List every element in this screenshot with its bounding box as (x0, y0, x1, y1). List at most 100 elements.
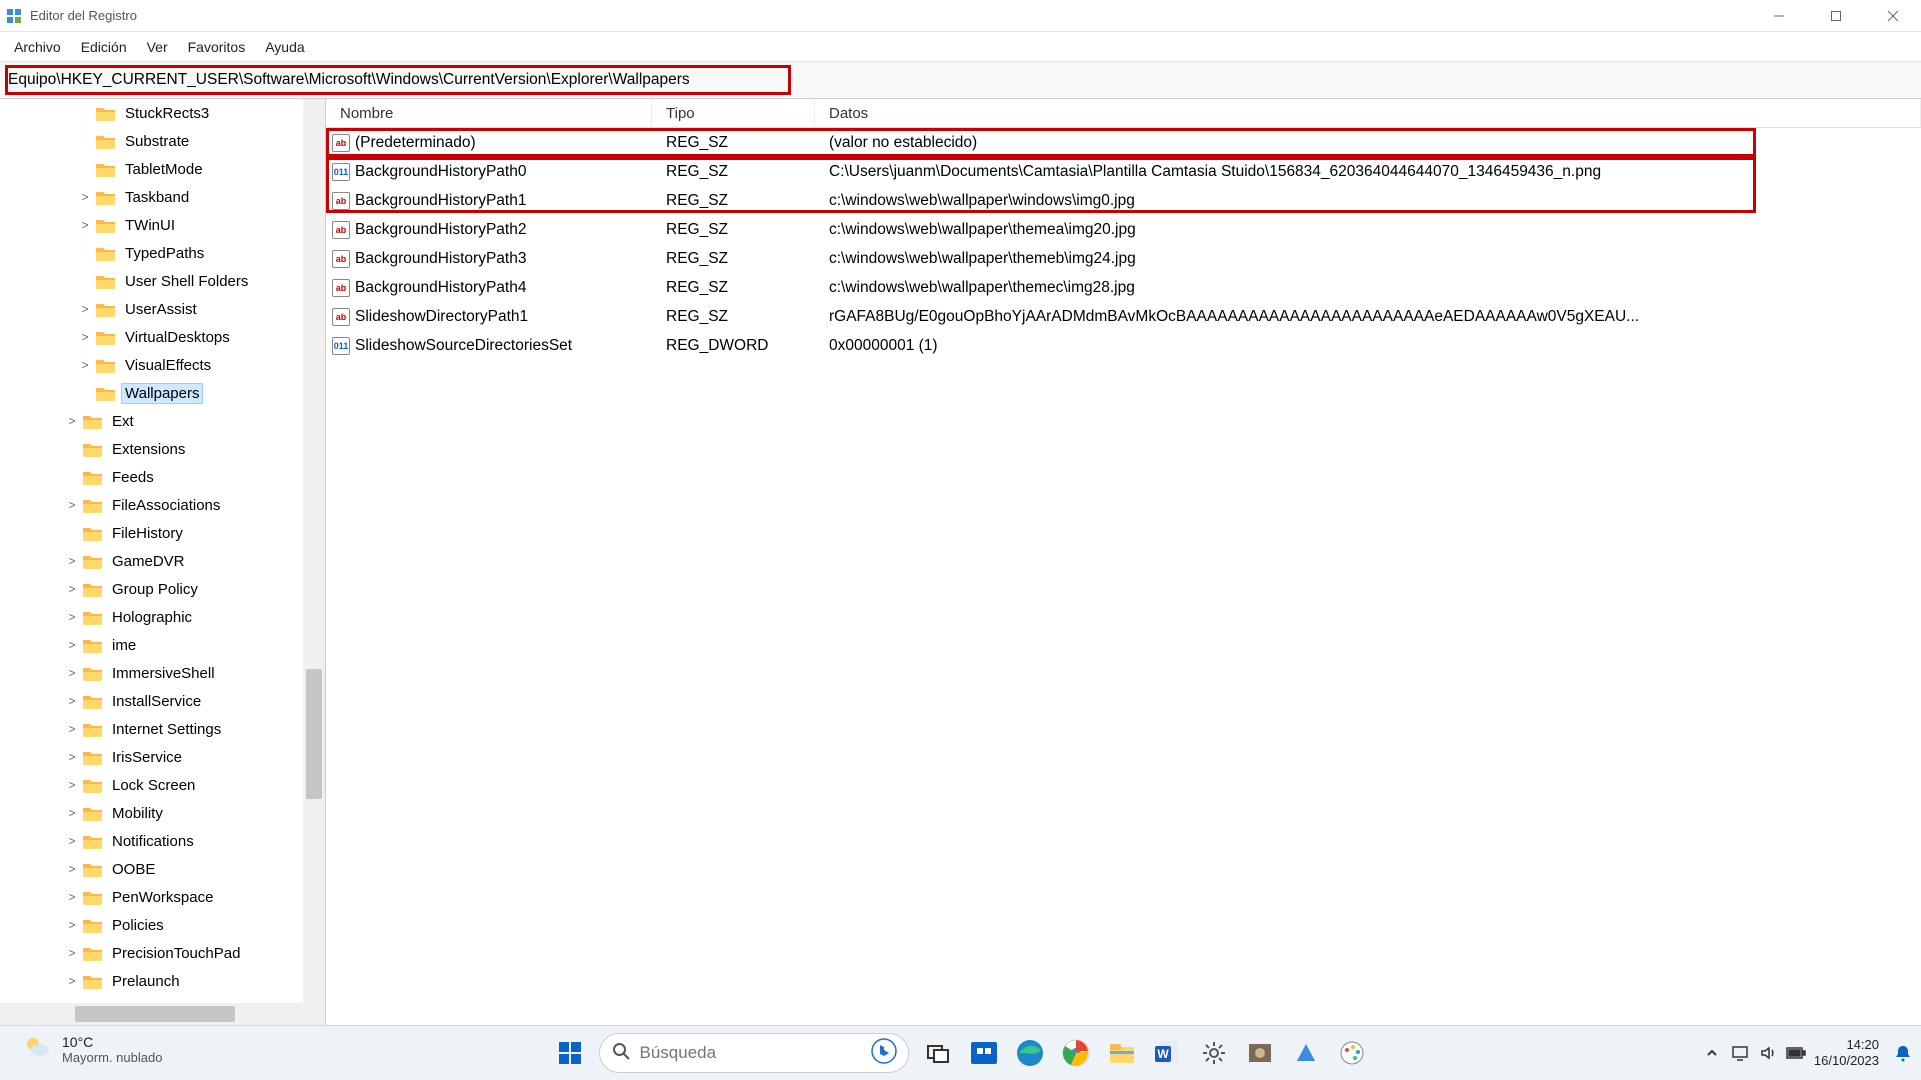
scroll-thumb[interactable] (306, 669, 322, 799)
tree-expander[interactable]: > (62, 582, 82, 596)
value-row[interactable]: abBackgroundHistoryPath3REG_SZc:\windows… (326, 244, 1921, 273)
task-view-icon[interactable] (921, 1036, 955, 1070)
col-header-data[interactable]: Datos (815, 99, 1921, 127)
tree-expander[interactable]: > (75, 330, 95, 344)
menu-archivo[interactable]: Archivo (4, 35, 71, 59)
taskbar-app-explorer[interactable] (1105, 1036, 1139, 1070)
taskbar-app-word[interactable]: W (1151, 1036, 1185, 1070)
tree-node-filehistory[interactable]: FileHistory (0, 519, 325, 547)
minimize-button[interactable] (1750, 0, 1807, 31)
tree-expander[interactable]: > (62, 974, 82, 988)
tree-expander[interactable]: > (75, 218, 95, 232)
tree-node-wallpapers[interactable]: Wallpapers (0, 379, 325, 407)
tray-volume-icon[interactable] (1758, 1043, 1778, 1063)
tree-node-userassist[interactable]: >UserAssist (0, 295, 325, 323)
tree-node-installservice[interactable]: >InstallService (0, 687, 325, 715)
tree-expander[interactable]: > (75, 358, 95, 372)
tree-expander[interactable]: > (62, 722, 82, 736)
tree-expander[interactable]: > (62, 666, 82, 680)
value-row[interactable]: abBackgroundHistoryPath1REG_SZc:\windows… (326, 186, 1921, 215)
tree-expander[interactable]: > (62, 834, 82, 848)
tree-node-policies[interactable]: >Policies (0, 911, 325, 939)
tree-node-substrate[interactable]: Substrate (0, 127, 325, 155)
taskbar-app-paint[interactable] (1335, 1036, 1369, 1070)
tree-node-internet-settings[interactable]: >Internet Settings (0, 715, 325, 743)
tree-node-lock-screen[interactable]: >Lock Screen (0, 771, 325, 799)
close-button[interactable] (1864, 0, 1921, 31)
tray-notifications-icon[interactable] (1893, 1043, 1913, 1063)
tree-scrollbar-horizontal[interactable] (0, 1003, 303, 1025)
taskbar-search-input[interactable] (640, 1043, 861, 1063)
col-header-type[interactable]: Tipo (652, 99, 815, 127)
tree-expander[interactable]: > (62, 946, 82, 960)
tree-expander[interactable]: > (62, 778, 82, 792)
scroll-thumb-h[interactable] (75, 1006, 235, 1022)
tree-expander[interactable]: > (62, 498, 82, 512)
tree-node-penworkspace[interactable]: >PenWorkspace (0, 883, 325, 911)
tree-node-group-policy[interactable]: >Group Policy (0, 575, 325, 603)
tree-node-ime[interactable]: >ime (0, 631, 325, 659)
tree-node-holographic[interactable]: >Holographic (0, 603, 325, 631)
tree-node-fileassociations[interactable]: >FileAssociations (0, 491, 325, 519)
tree-node-irisservice[interactable]: >IrisService (0, 743, 325, 771)
tree-node-feeds[interactable]: Feeds (0, 463, 325, 491)
tree-expander[interactable]: > (62, 862, 82, 876)
maximize-button[interactable] (1807, 0, 1864, 31)
tree-expander[interactable]: > (62, 610, 82, 624)
taskbar-app-settings[interactable] (1197, 1036, 1231, 1070)
menu-ver[interactable]: Ver (137, 35, 178, 59)
tree-node-user-shell-folders[interactable]: User Shell Folders (0, 267, 325, 295)
tree-node-visualeffects[interactable]: >VisualEffects (0, 351, 325, 379)
tree-expander[interactable]: > (62, 806, 82, 820)
tree-expander[interactable]: > (62, 694, 82, 708)
value-row[interactable]: 011BackgroundHistoryPath0REG_SZC:\Users\… (326, 157, 1921, 186)
tree-expander[interactable]: > (75, 302, 95, 316)
taskbar-app-generic1[interactable] (1243, 1036, 1277, 1070)
tree-expander[interactable]: > (62, 890, 82, 904)
menu-edicion[interactable]: Edición (71, 35, 137, 59)
value-row[interactable]: ab(Predeterminado)REG_SZ(valor no establ… (326, 128, 1921, 157)
tree-expander[interactable]: > (62, 554, 82, 568)
menu-favoritos[interactable]: Favoritos (178, 35, 256, 59)
tray-battery-icon[interactable] (1786, 1043, 1806, 1063)
tree-node-twinui[interactable]: >TWinUI (0, 211, 325, 239)
tree-node-oobe[interactable]: >OOBE (0, 855, 325, 883)
tree-node-typedpaths[interactable]: TypedPaths (0, 239, 325, 267)
value-row[interactable]: abSlideshowDirectoryPath1REG_SZrGAFA8BUg… (326, 302, 1921, 331)
tree-expander[interactable]: > (62, 918, 82, 932)
value-row[interactable]: abBackgroundHistoryPath2REG_SZc:\windows… (326, 215, 1921, 244)
tree-scrollbar-vertical[interactable] (303, 99, 325, 1025)
tree-node-extensions[interactable]: Extensions (0, 435, 325, 463)
tray-chevron-icon[interactable] (1702, 1043, 1722, 1063)
taskbar-app-edge[interactable] (1013, 1036, 1047, 1070)
start-button[interactable] (553, 1036, 587, 1070)
tree-node-precisiontouchpad[interactable]: >PrecisionTouchPad (0, 939, 325, 967)
tree-expander[interactable]: > (75, 190, 95, 204)
tree-node-tabletmode[interactable]: TabletMode (0, 155, 325, 183)
tree-node-notifications[interactable]: >Notifications (0, 827, 325, 855)
taskbar-weather[interactable]: 10°C Mayorm. nublado (22, 1032, 162, 1067)
tree-node-mobility[interactable]: >Mobility (0, 799, 325, 827)
tree-node-immersiveshell[interactable]: >ImmersiveShell (0, 659, 325, 687)
tree-expander[interactable]: > (62, 638, 82, 652)
tree-node-stuckrects3[interactable]: StuckRects3 (0, 99, 325, 127)
tree-node-prelaunch[interactable]: >Prelaunch (0, 967, 325, 995)
tree-expander[interactable]: > (62, 414, 82, 428)
col-header-name[interactable]: Nombre (326, 99, 652, 127)
taskbar-app-generic2[interactable] (1289, 1036, 1323, 1070)
taskbar-search[interactable] (599, 1033, 909, 1073)
tree-node-gamedvr[interactable]: >GameDVR (0, 547, 325, 575)
tree-node-taskband[interactable]: >Taskband (0, 183, 325, 211)
value-row[interactable]: abBackgroundHistoryPath4REG_SZc:\windows… (326, 273, 1921, 302)
value-row[interactable]: 011SlideshowSourceDirectoriesSetREG_DWOR… (326, 331, 1921, 360)
address-input[interactable] (8, 71, 1921, 89)
tree-expander[interactable]: > (62, 750, 82, 764)
tree-node-ext[interactable]: >Ext (0, 407, 325, 435)
tray-monitor-icon[interactable] (1730, 1043, 1750, 1063)
taskbar-clock[interactable]: 14:20 16/10/2023 (1814, 1037, 1879, 1070)
taskbar-app-chrome[interactable] (1059, 1036, 1093, 1070)
tree-node-virtualdesktops[interactable]: >VirtualDesktops (0, 323, 325, 351)
menu-ayuda[interactable]: Ayuda (255, 35, 314, 59)
taskbar-app-store[interactable] (967, 1036, 1001, 1070)
bing-chat-icon[interactable] (871, 1038, 897, 1069)
